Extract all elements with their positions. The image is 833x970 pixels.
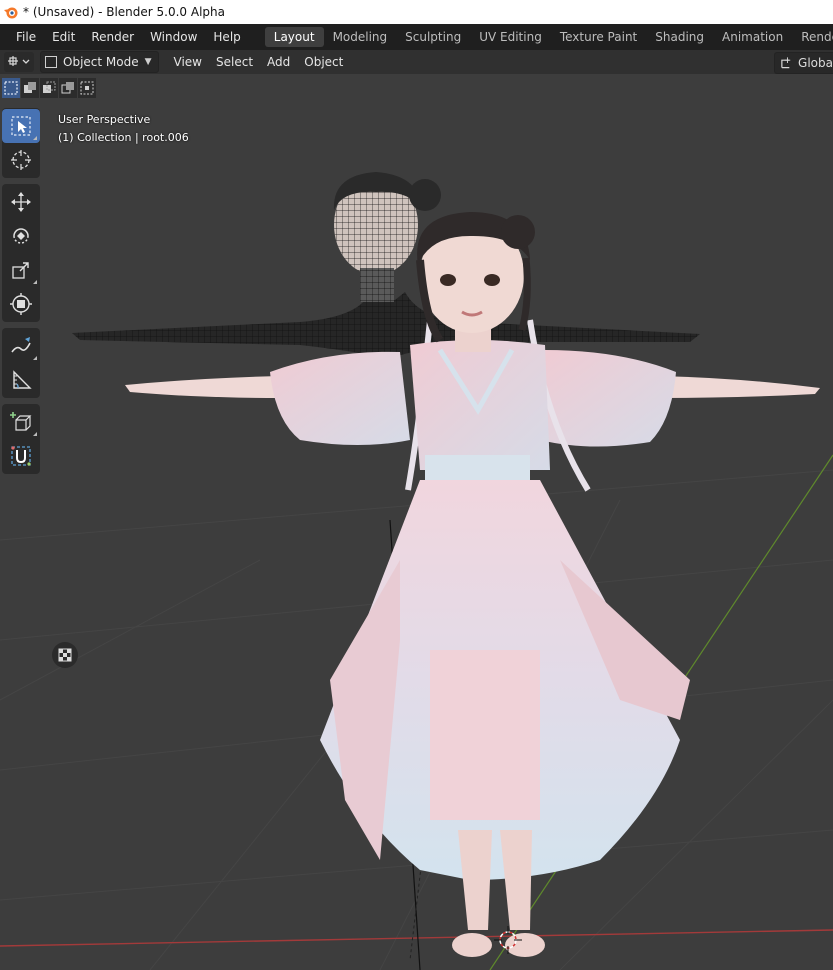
- object-mode-dropdown[interactable]: Object Mode ▼: [40, 51, 159, 73]
- rotate-icon: [13, 228, 29, 244]
- tool-group-add: [2, 404, 40, 474]
- window-titlebar: * (Unsaved) - Blender 5.0.0 Alpha: [0, 0, 833, 24]
- object-mode-label: Object Mode: [63, 55, 139, 69]
- viewport-header: Object Mode ▼ View Select Add Object Glo…: [0, 50, 833, 74]
- select-new-icon: [4, 81, 18, 95]
- tool-annotate[interactable]: [2, 329, 40, 363]
- menu-select[interactable]: Select: [209, 50, 260, 74]
- tab-texture-paint[interactable]: Texture Paint: [551, 27, 646, 47]
- tool-cursor[interactable]: [2, 143, 40, 177]
- tab-shading[interactable]: Shading: [646, 27, 713, 47]
- menu-view[interactable]: View: [167, 50, 209, 74]
- tool-add-cube[interactable]: [2, 405, 40, 439]
- add-cube-icon: [10, 412, 32, 431]
- tab-animation[interactable]: Animation: [713, 27, 792, 47]
- tool-group-select: [2, 108, 40, 178]
- selection-mode-buttons: [2, 78, 96, 100]
- viewport-info-overlay: User Perspective (1) Collection | root.0…: [58, 111, 189, 147]
- select-box-icon: [11, 116, 31, 136]
- tool-options-indicator: [33, 280, 37, 284]
- top-menu-bar: File Edit Render Window Help Layout Mode…: [0, 24, 833, 50]
- menu-edit[interactable]: Edit: [44, 24, 83, 50]
- select-extend-icon: [24, 82, 36, 93]
- menu-help[interactable]: Help: [205, 24, 248, 50]
- workspace-tabs: Layout Modeling Sculpting UV Editing Tex…: [264, 24, 833, 50]
- select-invert-button[interactable]: [59, 78, 77, 98]
- character-model: [125, 212, 820, 957]
- orientation-icon: [781, 57, 791, 69]
- 3d-viewport[interactable]: [0, 74, 833, 970]
- measure-icon: [13, 370, 32, 389]
- tool-uv[interactable]: [2, 439, 40, 473]
- camera-checker-icon: [58, 648, 72, 662]
- menu-file[interactable]: File: [8, 24, 44, 50]
- viewport-collection-label: (1) Collection | root.006: [58, 131, 189, 144]
- menu-object[interactable]: Object: [297, 50, 350, 74]
- tool-rotate[interactable]: [2, 219, 40, 253]
- select-extend-button[interactable]: [21, 78, 39, 98]
- object-mode-icon: [45, 56, 57, 68]
- select-intersect-button[interactable]: [78, 78, 96, 98]
- toggle-camera-view-button[interactable]: [52, 642, 78, 668]
- blender-app-icon: [4, 7, 18, 19]
- tool-options-indicator: [33, 136, 37, 140]
- uv-icon: [11, 446, 31, 466]
- menu-render[interactable]: Render: [83, 24, 142, 50]
- tab-layout[interactable]: Layout: [264, 27, 324, 47]
- viewport-perspective-label: User Perspective: [58, 113, 151, 126]
- transform-orientation-dropdown[interactable]: Globa: [774, 52, 833, 74]
- tab-sculpting[interactable]: Sculpting: [396, 27, 470, 47]
- tool-options-indicator: [33, 432, 37, 436]
- viewport-menus: View Select Add Object: [167, 50, 351, 74]
- tool-scale[interactable]: [2, 253, 40, 287]
- annotate-icon: [11, 337, 31, 353]
- editor-type-icon: [8, 56, 30, 66]
- tool-select-box[interactable]: [2, 109, 40, 143]
- tool-transform[interactable]: [2, 287, 40, 321]
- tab-uv-editing[interactable]: UV Editing: [470, 27, 551, 47]
- select-new-button[interactable]: [2, 78, 20, 98]
- select-invert-icon: [61, 82, 74, 94]
- tab-rendering[interactable]: Rendering: [792, 27, 833, 47]
- tool-options-indicator: [33, 356, 37, 360]
- tool-group-annotate: [2, 328, 40, 398]
- menu-add[interactable]: Add: [260, 50, 297, 74]
- transform-orientation-label: Globa: [798, 56, 833, 70]
- move-icon: [11, 192, 31, 212]
- select-subtract-button[interactable]: [40, 78, 58, 98]
- cursor-icon: [11, 150, 31, 170]
- tab-modeling[interactable]: Modeling: [324, 27, 397, 47]
- tool-group-transform: [2, 184, 40, 322]
- chevron-down-icon: ▼: [144, 57, 152, 67]
- scale-icon: [12, 262, 29, 279]
- x-axis-line: [0, 929, 833, 947]
- tool-move[interactable]: [2, 185, 40, 219]
- editor-type-selector[interactable]: [4, 52, 34, 72]
- select-intersect-icon: [80, 81, 94, 95]
- menu-window[interactable]: Window: [142, 24, 205, 50]
- tool-measure[interactable]: [2, 363, 40, 397]
- tool-shelf: [2, 108, 40, 480]
- window-title: * (Unsaved) - Blender 5.0.0 Alpha: [23, 5, 226, 19]
- select-subtract-icon: [43, 81, 56, 93]
- transform-icon: [10, 293, 32, 315]
- wireframe-character: [72, 172, 700, 355]
